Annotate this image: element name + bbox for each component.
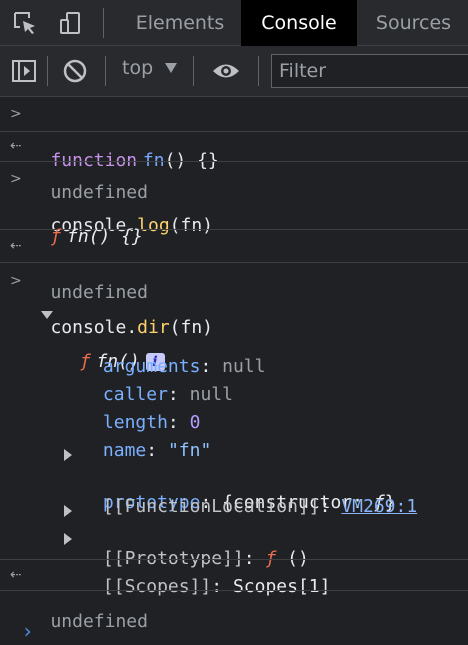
toolbar-divider bbox=[103, 8, 104, 38]
expand-triangle-icon[interactable] bbox=[64, 533, 72, 545]
input-prompt-icon: > bbox=[10, 106, 22, 122]
console-result-entry: ⇠ undefined bbox=[0, 132, 468, 203]
property-row: caller: null bbox=[0, 359, 468, 405]
console-prompt-input[interactable]: › bbox=[0, 591, 468, 643]
filter-input[interactable]: Filter bbox=[271, 54, 468, 88]
inspect-element-icon[interactable] bbox=[12, 10, 38, 36]
property-row: length: 0 bbox=[0, 387, 468, 433]
property-row-function-location: [[FunctionLocation]]: VM269:1 bbox=[0, 471, 468, 517]
devtools-tabbar: Elements Console Sources bbox=[0, 0, 468, 46]
property-row-internal-prototype[interactable]: [[Prototype]]: ƒ () bbox=[0, 499, 468, 569]
property-row: arguments: null bbox=[0, 331, 468, 377]
toolbar-divider bbox=[105, 56, 106, 86]
property-row: name: "fn" bbox=[0, 415, 468, 461]
result-arrow-icon: ⇠ bbox=[10, 138, 22, 154]
context-selector[interactable]: top bbox=[122, 57, 153, 79]
property-row-scopes[interactable]: [[Scopes]]: Scopes[1] bbox=[0, 527, 468, 597]
property-row-prototype[interactable]: prototype: {constructor: ƒ} bbox=[0, 443, 468, 513]
show-sidebar-icon[interactable] bbox=[11, 58, 37, 84]
console-toolbar: top Filter bbox=[0, 46, 468, 97]
console-input-entry: > console.log(fn) bbox=[0, 162, 468, 236]
tab-console[interactable]: Console bbox=[241, 0, 357, 46]
expand-triangle-icon[interactable] bbox=[41, 311, 53, 319]
console-result-entry: ⇠ undefined bbox=[0, 230, 468, 303]
expand-triangle-icon[interactable] bbox=[64, 449, 72, 461]
prompt-chevron-icon: › bbox=[21, 619, 34, 643]
toolbar-divider bbox=[258, 56, 259, 86]
console-input-entry: > function fn() {} bbox=[0, 98, 468, 171]
live-expression-eye-icon[interactable] bbox=[211, 60, 241, 82]
clear-console-icon[interactable] bbox=[62, 58, 88, 84]
console-result-entry: ⇠ undefined bbox=[0, 560, 468, 632]
device-toolbar-icon[interactable] bbox=[58, 10, 84, 36]
toolbar-divider bbox=[47, 56, 48, 86]
input-prompt-icon: > bbox=[10, 171, 22, 187]
result-arrow-icon: ⇠ bbox=[10, 567, 22, 583]
tab-sources[interactable]: Sources bbox=[359, 0, 468, 46]
toolbar-divider bbox=[193, 56, 194, 86]
console-log-output: ƒ fn() {} bbox=[0, 196, 468, 247]
input-prompt-icon: > bbox=[10, 273, 22, 289]
tab-elements[interactable]: Elements bbox=[122, 0, 238, 46]
console-input-entry: > console.dir(fn) bbox=[0, 263, 468, 338]
chevron-down-icon[interactable] bbox=[165, 63, 177, 73]
expand-triangle-icon[interactable] bbox=[64, 505, 72, 517]
dir-header[interactable]: ƒ fn() i bbox=[0, 302, 468, 372]
result-arrow-icon: ⇠ bbox=[10, 238, 22, 254]
